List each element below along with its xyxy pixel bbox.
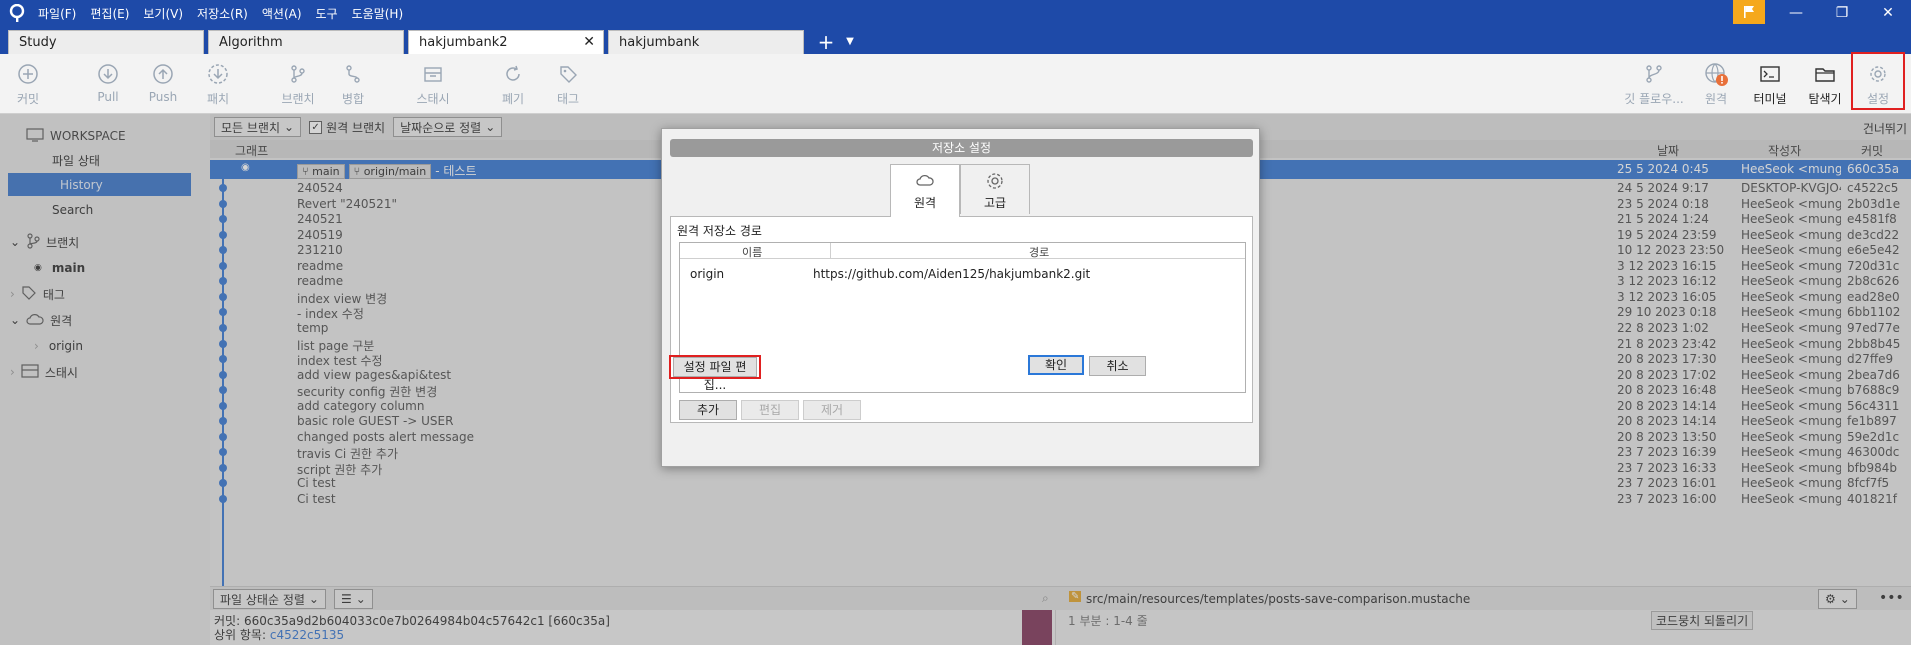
- folder-icon: [1795, 58, 1855, 90]
- menu-repository[interactable]: 저장소(R): [197, 5, 248, 22]
- branch-icon: [268, 58, 328, 90]
- git-flow-button[interactable]: 깃 플로우...: [1623, 58, 1685, 107]
- remote-label: 원격: [1704, 92, 1728, 106]
- git-flow-icon: [1623, 58, 1685, 90]
- branch-label: 브랜치: [281, 92, 315, 106]
- dialog-title: 저장소 설정: [670, 139, 1253, 157]
- edit-remote-button[interactable]: 편집: [741, 400, 799, 420]
- tab-hakjumbank2[interactable]: hakjumbank2 ✕: [408, 30, 604, 54]
- column-divider: [830, 243, 831, 259]
- col-path[interactable]: 경로: [1029, 244, 1049, 260]
- tab-hakjumbank[interactable]: hakjumbank: [608, 30, 804, 54]
- merge-icon: [323, 58, 383, 90]
- terminal-button[interactable]: 터미널: [1740, 58, 1800, 107]
- fetch-button[interactable]: 패치: [188, 58, 248, 107]
- edit-config-file-button[interactable]: 설정 파일 편집...: [673, 357, 757, 392]
- remote-button[interactable]: 원격: [1686, 58, 1746, 107]
- push-button[interactable]: Push: [133, 58, 193, 104]
- tab-advanced-label: 고급: [983, 196, 1007, 210]
- tab-study[interactable]: Study: [8, 30, 204, 54]
- menu-tools[interactable]: 도구: [316, 5, 338, 22]
- tag-button[interactable]: 태그: [538, 58, 598, 107]
- merge-button[interactable]: 병합: [323, 58, 383, 107]
- ok-button[interactable]: 확인: [1028, 355, 1084, 375]
- settings-button[interactable]: 설정: [1851, 52, 1905, 110]
- add-remote-button[interactable]: 추가: [679, 400, 737, 420]
- remote-settings-panel: 원격 저장소 경로 이름 경로 origin https://github.co…: [670, 216, 1253, 423]
- title-bar: 파일(F) 편집(E) 보기(V) 저장소(R) 액션(A) 도구 도움말(H)…: [0, 0, 1911, 26]
- remote-table: 이름 경로 origin https://github.com/Aiden125…: [679, 242, 1246, 393]
- tab-list-chevron-icon[interactable]: ▼: [840, 30, 860, 54]
- pull-icon: [78, 58, 138, 90]
- commit-label: 커밋: [16, 92, 40, 106]
- gear-icon: [961, 171, 1029, 194]
- toolbar: 커밋 Pull Push 패치 브랜치 병합 스태시 폐기 태그 깃 플로우..…: [0, 52, 1911, 114]
- remote-paths-heading: 원격 저장소 경로: [677, 224, 762, 238]
- tab-remote-label: 원격: [913, 196, 937, 210]
- new-tab-icon[interactable]: +: [812, 30, 840, 54]
- menu-help[interactable]: 도움말(H): [352, 5, 404, 22]
- tab-advanced[interactable]: 고급: [960, 164, 1030, 214]
- terminal-label: 터미널: [1753, 92, 1787, 106]
- stash-label: 스태시: [416, 92, 450, 106]
- sourcetree-logo-icon: [0, 0, 34, 26]
- tab-algorithm[interactable]: Algorithm: [208, 30, 404, 54]
- menu-file[interactable]: 파일(F): [38, 5, 76, 22]
- stash-button[interactable]: 스태시: [403, 58, 463, 107]
- tag-icon: [538, 58, 598, 90]
- explorer-button[interactable]: 탐색기: [1795, 58, 1855, 107]
- settings-label: 설정: [1866, 92, 1890, 106]
- push-icon: [133, 58, 193, 90]
- menu-edit[interactable]: 편집(E): [90, 5, 129, 22]
- close-window-icon[interactable]: ✕: [1865, 0, 1911, 26]
- stash-icon: [403, 58, 463, 90]
- remote-name: origin: [690, 267, 725, 281]
- fetch-label: 패치: [206, 92, 230, 106]
- git-flow-label: 깃 플로우...: [1624, 92, 1684, 106]
- fetch-icon: [188, 58, 248, 90]
- globe-warning-icon: [1686, 58, 1746, 90]
- menu-actions[interactable]: 액션(A): [262, 5, 302, 22]
- cloud-icon: [891, 173, 959, 190]
- pull-button[interactable]: Pull: [78, 58, 138, 104]
- branch-button[interactable]: 브랜치: [268, 58, 328, 107]
- remove-remote-button[interactable]: 제거: [803, 400, 861, 420]
- minimize-icon[interactable]: —: [1773, 0, 1819, 26]
- tab-label: hakjumbank2: [419, 35, 508, 50]
- flag-icon[interactable]: [1733, 0, 1765, 24]
- menu-bar: 파일(F) 편집(E) 보기(V) 저장소(R) 액션(A) 도구 도움말(H): [38, 5, 403, 22]
- discard-icon: [483, 58, 543, 90]
- plus-circle-icon: [0, 58, 58, 90]
- restore-icon[interactable]: ❐: [1819, 0, 1865, 26]
- tab-label: Algorithm: [219, 35, 283, 50]
- remote-row[interactable]: origin https://github.com/Aiden125/hakju…: [680, 265, 1245, 283]
- commit-button[interactable]: 커밋: [0, 58, 58, 107]
- tag-label: 태그: [556, 92, 580, 106]
- repo-tab-bar: Study Algorithm hakjumbank2 ✕ hakjumbank …: [0, 26, 1911, 54]
- push-label: Push: [148, 90, 178, 104]
- window-controls: — ❐ ✕: [1773, 0, 1911, 26]
- discard-label: 폐기: [501, 92, 525, 106]
- cancel-button[interactable]: 취소: [1089, 356, 1146, 376]
- gear-icon: [1853, 58, 1903, 90]
- terminal-icon: [1740, 58, 1800, 90]
- close-tab-icon[interactable]: ✕: [583, 34, 595, 50]
- merge-label: 병합: [341, 92, 365, 106]
- remote-table-header: 이름 경로: [680, 243, 1245, 259]
- tab-remote[interactable]: 원격: [890, 164, 960, 217]
- explorer-label: 탐색기: [1808, 92, 1842, 106]
- tab-label: Study: [19, 35, 57, 50]
- pull-label: Pull: [97, 90, 119, 104]
- repository-settings-dialog: 저장소 설정 원격 고급 원격 저장소 경로 이름 경로 origin http…: [661, 128, 1260, 467]
- remote-url: https://github.com/Aiden125/hakjumbank2.…: [813, 267, 1091, 281]
- tab-label: hakjumbank: [619, 35, 700, 50]
- discard-button[interactable]: 폐기: [483, 58, 543, 107]
- menu-view[interactable]: 보기(V): [143, 5, 183, 22]
- col-name[interactable]: 이름: [742, 244, 762, 260]
